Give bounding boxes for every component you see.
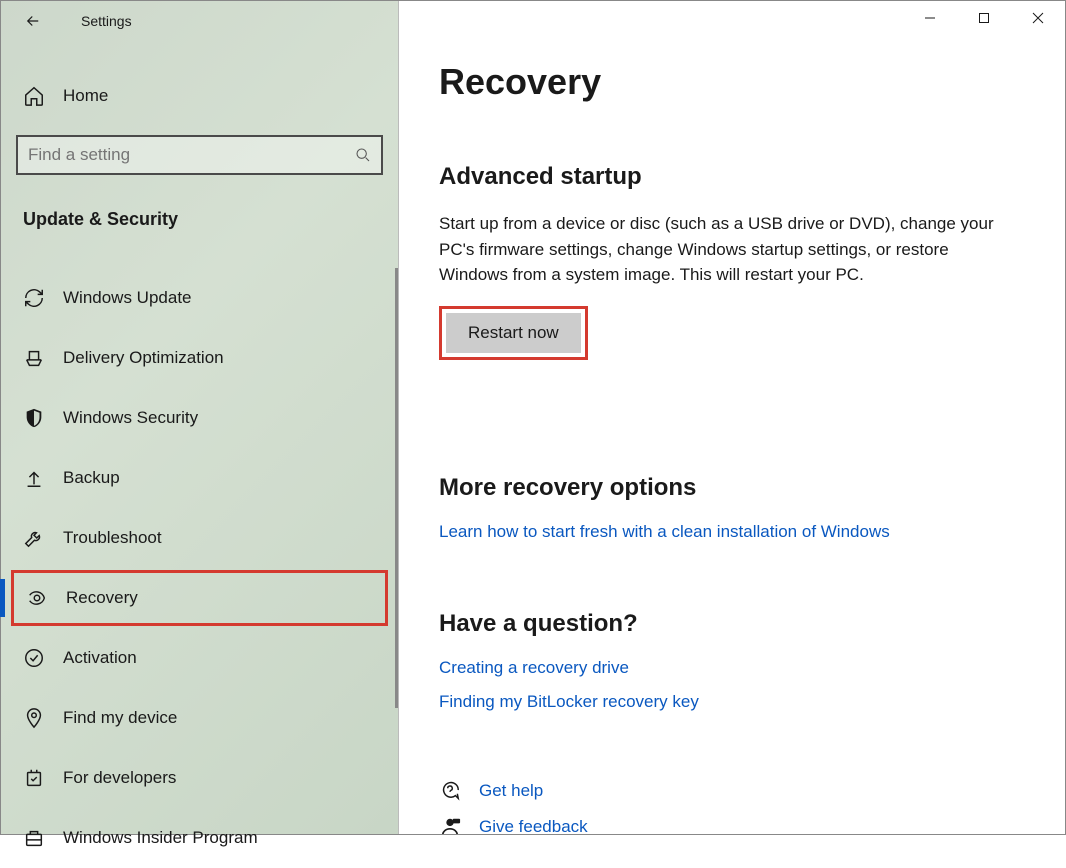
check-circle-icon — [23, 647, 45, 669]
recovery-icon — [26, 587, 48, 609]
sidebar-item-label: Activation — [63, 648, 137, 668]
insider-icon — [23, 827, 45, 849]
more-recovery-section: More recovery options Learn how to start… — [439, 474, 1015, 556]
recovery-drive-link[interactable]: Creating a recovery drive — [439, 658, 629, 678]
sidebar-item-activation[interactable]: Activation — [1, 628, 398, 688]
sidebar-item-backup[interactable]: Backup — [1, 448, 398, 508]
restart-now-button[interactable]: Restart now — [446, 313, 581, 353]
sidebar-item-delivery-optimization[interactable]: Delivery Optimization — [1, 328, 398, 388]
maximize-button[interactable] — [957, 1, 1011, 35]
get-help-row[interactable]: Get help — [439, 780, 1015, 802]
section-header: Update & Security — [23, 209, 398, 230]
sidebar-item-label: Recovery — [66, 588, 138, 608]
search-box[interactable] — [16, 135, 383, 175]
close-button[interactable] — [1011, 1, 1065, 35]
shield-icon — [23, 407, 45, 429]
advanced-startup-section: Advanced startup Start up from a device … — [439, 163, 1015, 420]
sidebar-item-troubleshoot[interactable]: Troubleshoot — [1, 508, 398, 568]
help-icon — [439, 780, 461, 802]
back-button[interactable] — [13, 1, 53, 41]
restart-button-highlight: Restart now — [439, 306, 588, 360]
home-icon — [23, 85, 45, 107]
sidebar-item-recovery[interactable]: Recovery — [11, 570, 388, 626]
footer-links: Get help Give feedback — [439, 780, 1015, 835]
sidebar-item-windows-insider[interactable]: Windows Insider Program — [1, 808, 398, 868]
sidebar-item-label: Backup — [63, 468, 120, 488]
window-controls — [903, 1, 1065, 35]
sidebar-item-find-my-device[interactable]: Find my device — [1, 688, 398, 748]
sidebar-item-home[interactable]: Home — [1, 71, 398, 121]
sidebar-item-label: Find my device — [63, 708, 177, 728]
get-help-link[interactable]: Get help — [479, 781, 543, 801]
sidebar-item-label: Windows Insider Program — [63, 828, 258, 848]
bitlocker-link[interactable]: Finding my BitLocker recovery key — [439, 692, 699, 712]
minimize-button[interactable] — [903, 1, 957, 35]
sidebar-item-windows-security[interactable]: Windows Security — [1, 388, 398, 448]
start-fresh-link[interactable]: Learn how to start fresh with a clean in… — [439, 522, 890, 542]
page-title: Recovery — [439, 61, 1015, 103]
delivery-icon — [23, 347, 45, 369]
search-icon — [355, 147, 371, 163]
have-a-question-heading: Have a question? — [439, 610, 1015, 638]
sidebar-item-label: For developers — [63, 768, 176, 788]
backup-icon — [23, 467, 45, 489]
developer-icon — [23, 767, 45, 789]
sidebar-item-label: Windows Update — [63, 288, 192, 308]
search-input[interactable] — [28, 145, 355, 165]
sidebar-item-label: Troubleshoot — [63, 528, 162, 548]
give-feedback-row[interactable]: Give feedback — [439, 816, 1015, 835]
sidebar-item-label: Windows Security — [63, 408, 198, 428]
sidebar: Settings Home Update & Security Windows … — [1, 1, 399, 834]
location-icon — [23, 707, 45, 729]
sidebar-item-windows-update[interactable]: Windows Update — [1, 268, 398, 328]
advanced-startup-description: Start up from a device or disc (such as … — [439, 211, 999, 288]
wrench-icon — [23, 527, 45, 549]
sync-icon — [23, 287, 45, 309]
home-label: Home — [63, 86, 108, 106]
nav-list: Windows Update Delivery Optimization Win… — [1, 268, 398, 868]
more-recovery-heading: More recovery options — [439, 474, 1015, 502]
titlebar: Settings — [1, 1, 398, 41]
have-a-question-section: Have a question? Creating a recovery dri… — [439, 610, 1015, 726]
app-title: Settings — [81, 13, 132, 29]
feedback-icon — [439, 816, 461, 835]
main-content: Recovery Advanced startup Start up from … — [399, 1, 1065, 834]
give-feedback-link[interactable]: Give feedback — [479, 817, 588, 835]
sidebar-item-label: Delivery Optimization — [63, 348, 224, 368]
advanced-startup-heading: Advanced startup — [439, 163, 1015, 191]
sidebar-item-for-developers[interactable]: For developers — [1, 748, 398, 808]
